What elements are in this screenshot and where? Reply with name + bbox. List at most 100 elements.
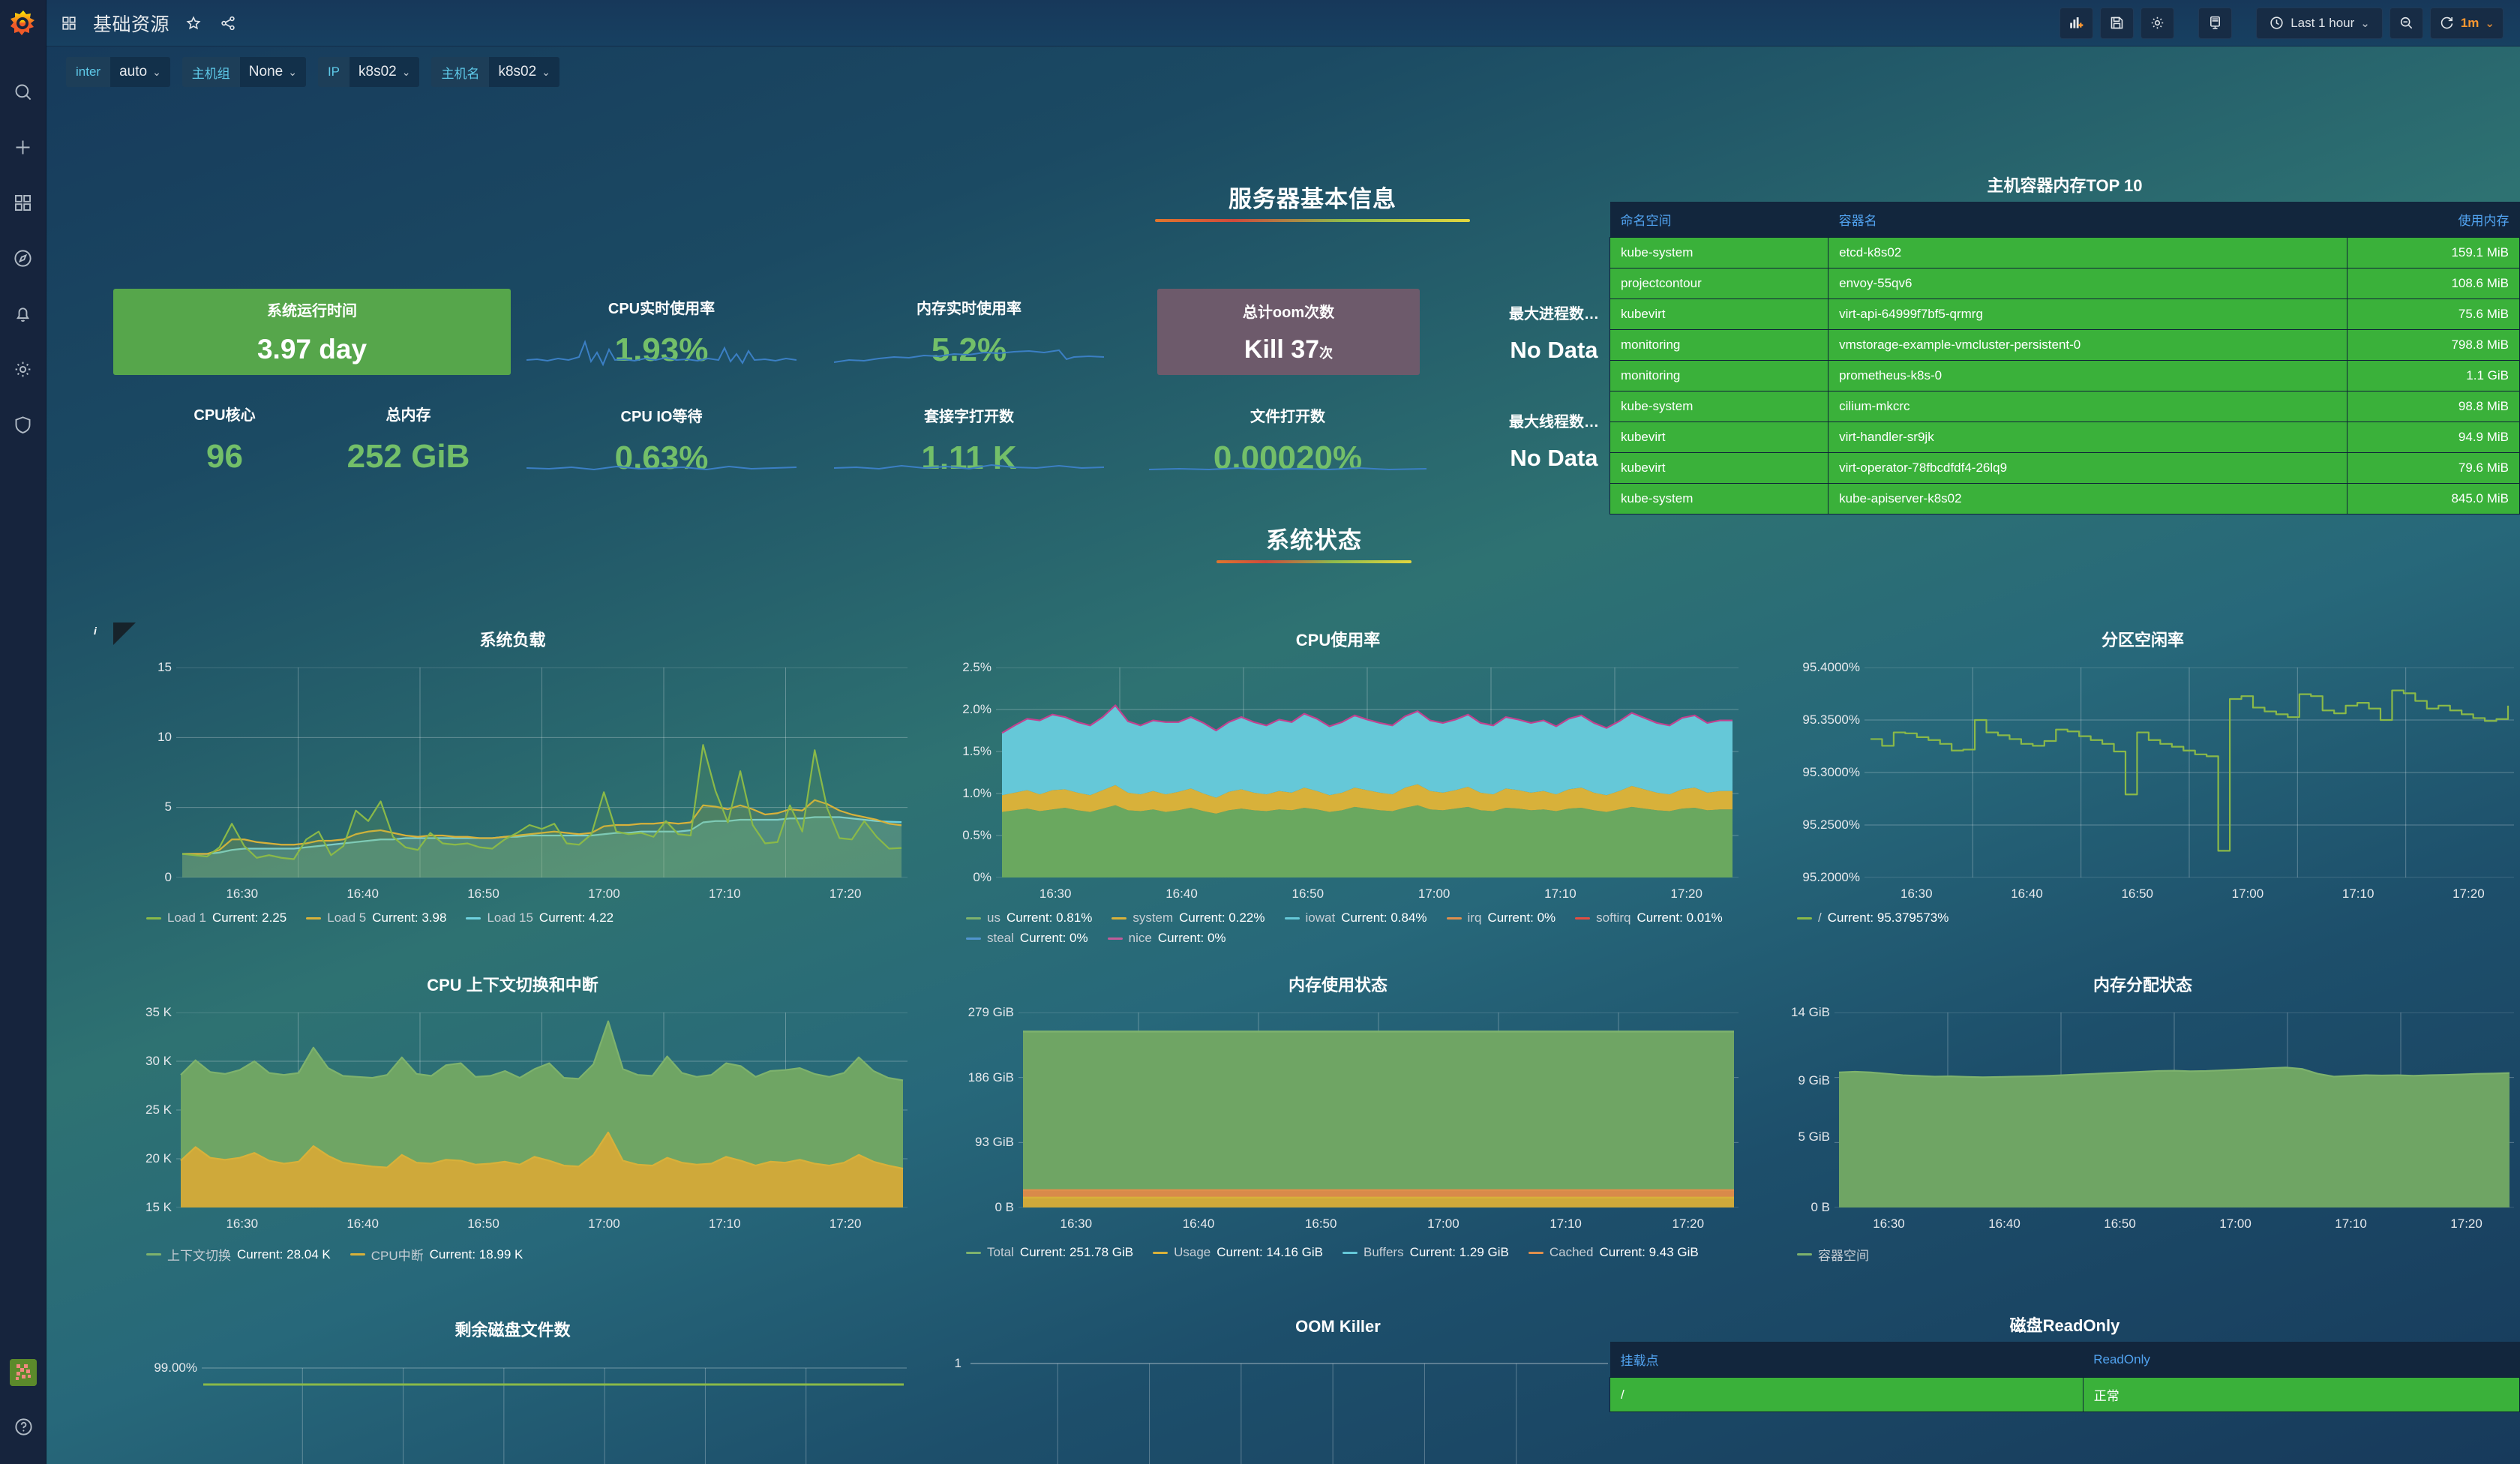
stat-uptime[interactable]: 系统运行时间 3.97 day xyxy=(113,289,511,375)
sidebar xyxy=(0,0,46,1464)
y-axis: 99.00% xyxy=(113,1358,197,1464)
panel-cpu-usage[interactable]: CPU使用率 0% 0.5% 1.0% 1.5% 2.0% 2.5% 16:30… xyxy=(933,622,1743,960)
column-header-readonly[interactable]: ReadOnly xyxy=(2083,1342,2520,1378)
panel-title: CPU使用率 xyxy=(1295,631,1381,650)
panel-title: 内存使用状态 xyxy=(1288,976,1388,994)
table-cell: 108.6 MiB xyxy=(2346,268,2520,299)
column-header-memory[interactable]: 使用内存 xyxy=(2347,202,2520,238)
stat-files-open[interactable]: 文件打开数 0.00020% xyxy=(1149,392,1426,489)
panel-partition-free[interactable]: 分区空闲率 95.2000% 95.2500% 95.3000% 95.3500… xyxy=(1764,622,2520,960)
table-row[interactable]: monitoring prometheus-k8s-0 1.1 GiB xyxy=(1610,360,2520,392)
legend-current-value: Current: 18.99 K xyxy=(429,1246,524,1262)
stat-memory-usage[interactable]: 内存实时使用率 5.2% xyxy=(834,284,1104,381)
table-row[interactable]: projectcontour envoy-55qv6 108.6 MiB xyxy=(1610,268,2520,299)
legend-item[interactable]: Cached Current: 9.43 GiB xyxy=(1528,1245,1699,1260)
sidebar-item-server-admin[interactable] xyxy=(8,410,38,440)
save-dashboard-button[interactable] xyxy=(2100,7,2134,39)
legend-series-name: steal xyxy=(987,931,1014,945)
table-row[interactable]: monitoring vmstorage-example-vmcluster-pe… xyxy=(1610,329,2520,361)
variable-inter[interactable]: inter auto ⌄ xyxy=(66,57,170,87)
legend-item[interactable]: / Current: 95.379573% xyxy=(1797,910,1948,926)
variable-value[interactable]: None ⌄ xyxy=(239,57,306,87)
legend-item[interactable]: CPU中断 Current: 18.99 K xyxy=(350,1245,524,1264)
tv-mode-button[interactable] xyxy=(2198,7,2233,39)
y-tick: 2.5% xyxy=(962,660,992,674)
star-icon[interactable] xyxy=(183,13,204,34)
legend-item[interactable]: Total Current: 251.78 GiB xyxy=(966,1245,1133,1260)
legend-item[interactable]: Load 5 Current: 3.98 xyxy=(306,910,446,926)
legend-item[interactable]: softirq Current: 0.01% xyxy=(1575,910,1723,926)
table-cell: monitoring xyxy=(1610,329,1829,361)
stat-cpu-usage[interactable]: CPU实时使用率 1.93% xyxy=(526,284,796,381)
dashboard-apps-icon[interactable] xyxy=(58,13,80,34)
legend-item[interactable]: 上下文切换 Current: 28.04 K xyxy=(146,1245,331,1264)
column-header-container[interactable]: 容器名 xyxy=(1828,202,2348,238)
legend-item[interactable]: Load 1 Current: 2.25 xyxy=(146,910,286,926)
stat-cpu-cores[interactable]: CPU核心 96 xyxy=(136,398,313,480)
legend-item[interactable]: iowat Current: 0.84% xyxy=(1284,910,1427,926)
grafana-logo[interactable] xyxy=(0,0,46,46)
table-row[interactable]: kube-system cilium-mkcrc 98.8 MiB xyxy=(1610,391,2520,422)
variable-value[interactable]: auto ⌄ xyxy=(110,57,170,87)
table-row[interactable]: kube-system kube-apiserver-k8s02 845.0 MiB xyxy=(1610,483,2520,514)
table-row[interactable]: kubevirt virt-api-64999f7bf5-qrmrg 75.6 Mi… xyxy=(1610,298,2520,330)
legend-item[interactable]: nice Current: 0% xyxy=(1107,931,1226,946)
panel-memory-usage[interactable]: 内存使用状态 0 B 93 GiB 186 GiB 279 GiB 16:30 … xyxy=(933,968,1743,1305)
sparkline xyxy=(834,464,1104,470)
y-tick: 186 GiB xyxy=(968,1070,1014,1084)
avatar[interactable] xyxy=(10,1359,37,1386)
stat-sockets-open[interactable]: 套接字打开数 1.11 K xyxy=(834,392,1104,489)
sidebar-item-configuration[interactable] xyxy=(8,354,38,384)
panel-system-load[interactable]: i 系统负载 0 5 10 15 16:30 16:40 16:50 17:00… xyxy=(94,622,912,960)
refresh-icon xyxy=(2440,16,2453,29)
x-tick: 16:40 xyxy=(346,886,379,901)
stat-oom-count[interactable]: 总计oom次数 Kill 37次 xyxy=(1157,289,1420,375)
sidebar-item-alerting[interactable] xyxy=(8,298,38,328)
sidebar-item-dashboards[interactable] xyxy=(8,188,38,218)
column-header-mountpoint[interactable]: 挂载点 xyxy=(1610,1342,2084,1378)
legend-item[interactable]: us Current: 0.81% xyxy=(966,910,1092,926)
legend-item[interactable]: irq Current: 0% xyxy=(1446,910,1556,926)
disk-readonly-table[interactable]: 磁盘ReadOnly 挂载点 ReadOnly / 正常 xyxy=(1610,1312,2520,1462)
zoom-out-time-button[interactable] xyxy=(2389,7,2423,39)
variable-value[interactable]: k8s02 ⌄ xyxy=(350,57,420,87)
legend-item[interactable]: Load 15 Current: 4.22 xyxy=(466,910,614,926)
table-cell: 1.1 GiB xyxy=(2346,360,2520,392)
time-range-picker[interactable]: Last 1 hour ⌄ xyxy=(2256,7,2383,39)
refresh-button[interactable]: 1m ⌄ xyxy=(2429,7,2504,39)
legend-current-value: Current: 0.81% xyxy=(1006,910,1093,925)
variable-value[interactable]: k8s02 ⌄ xyxy=(489,57,560,87)
table-row[interactable]: kubevirt virt-handler-sr9jk 94.9 MiB xyxy=(1610,422,2520,453)
panel-disk-inode-free[interactable]: 剩余磁盘文件数 99.00% xyxy=(113,1312,912,1464)
legend-series-name: irq xyxy=(1467,910,1482,925)
variable-hostgroup[interactable]: 主机组 None ⌄ xyxy=(182,57,306,87)
legend-item[interactable]: system Current: 0.22% xyxy=(1112,910,1265,926)
panel-memory-allocation[interactable]: 内存分配状态 0 B 5 GiB 9 GiB 14 GiB 16:30 16:4… xyxy=(1764,968,2520,1305)
column-header-namespace[interactable]: 命名空间 xyxy=(1610,202,1828,238)
add-panel-button[interactable] xyxy=(2060,7,2094,39)
table-row[interactable]: kube-system etcd-k8s02 159.1 MiB xyxy=(1610,237,2520,268)
chart-svg xyxy=(970,1363,1608,1464)
variable-hostname[interactable]: 主机名 k8s02 ⌄ xyxy=(431,57,560,87)
sidebar-item-explore[interactable] xyxy=(8,243,38,273)
x-tick: 17:00 xyxy=(1418,886,1450,901)
stat-total-memory[interactable]: 总内存 252 GiB xyxy=(320,398,496,480)
variable-value-text: k8s02 xyxy=(358,64,397,80)
legend-item[interactable]: steal Current: 0% xyxy=(966,931,1088,946)
share-icon[interactable] xyxy=(218,13,238,34)
panel-cpu-context-switch[interactable]: CPU 上下文切换和中断 15 K 20 K 25 K 30 K 35 K 16… xyxy=(113,968,912,1305)
stat-cpu-iowait[interactable]: CPU IO等待 0.63% xyxy=(526,392,796,489)
legend-item[interactable]: Usage Current: 14.16 GiB xyxy=(1153,1245,1323,1260)
table-row[interactable]: / 正常 xyxy=(1610,1377,2520,1412)
container-memory-top10-table[interactable]: 主机容器内存TOP 10 命名空间 容器名 使用内存 kube-system et… xyxy=(1610,172,2520,608)
legend-item[interactable]: 容器空间 xyxy=(1797,1245,1869,1264)
panel-info-corner-icon[interactable]: i xyxy=(94,622,136,645)
variable-ip[interactable]: IP k8s02 ⌄ xyxy=(317,57,420,87)
sidebar-item-help[interactable] xyxy=(8,1412,38,1442)
table-row[interactable]: kubevirt virt-operator-78fbcdfdf4-26lq9 79… xyxy=(1610,452,2520,484)
legend-item[interactable]: Buffers Current: 1.29 GiB xyxy=(1342,1245,1509,1260)
sidebar-item-search[interactable] xyxy=(8,76,38,106)
sidebar-item-create[interactable] xyxy=(8,132,38,162)
dashboard-settings-button[interactable] xyxy=(2140,7,2175,39)
x-tick: 17:20 xyxy=(2450,1216,2482,1231)
